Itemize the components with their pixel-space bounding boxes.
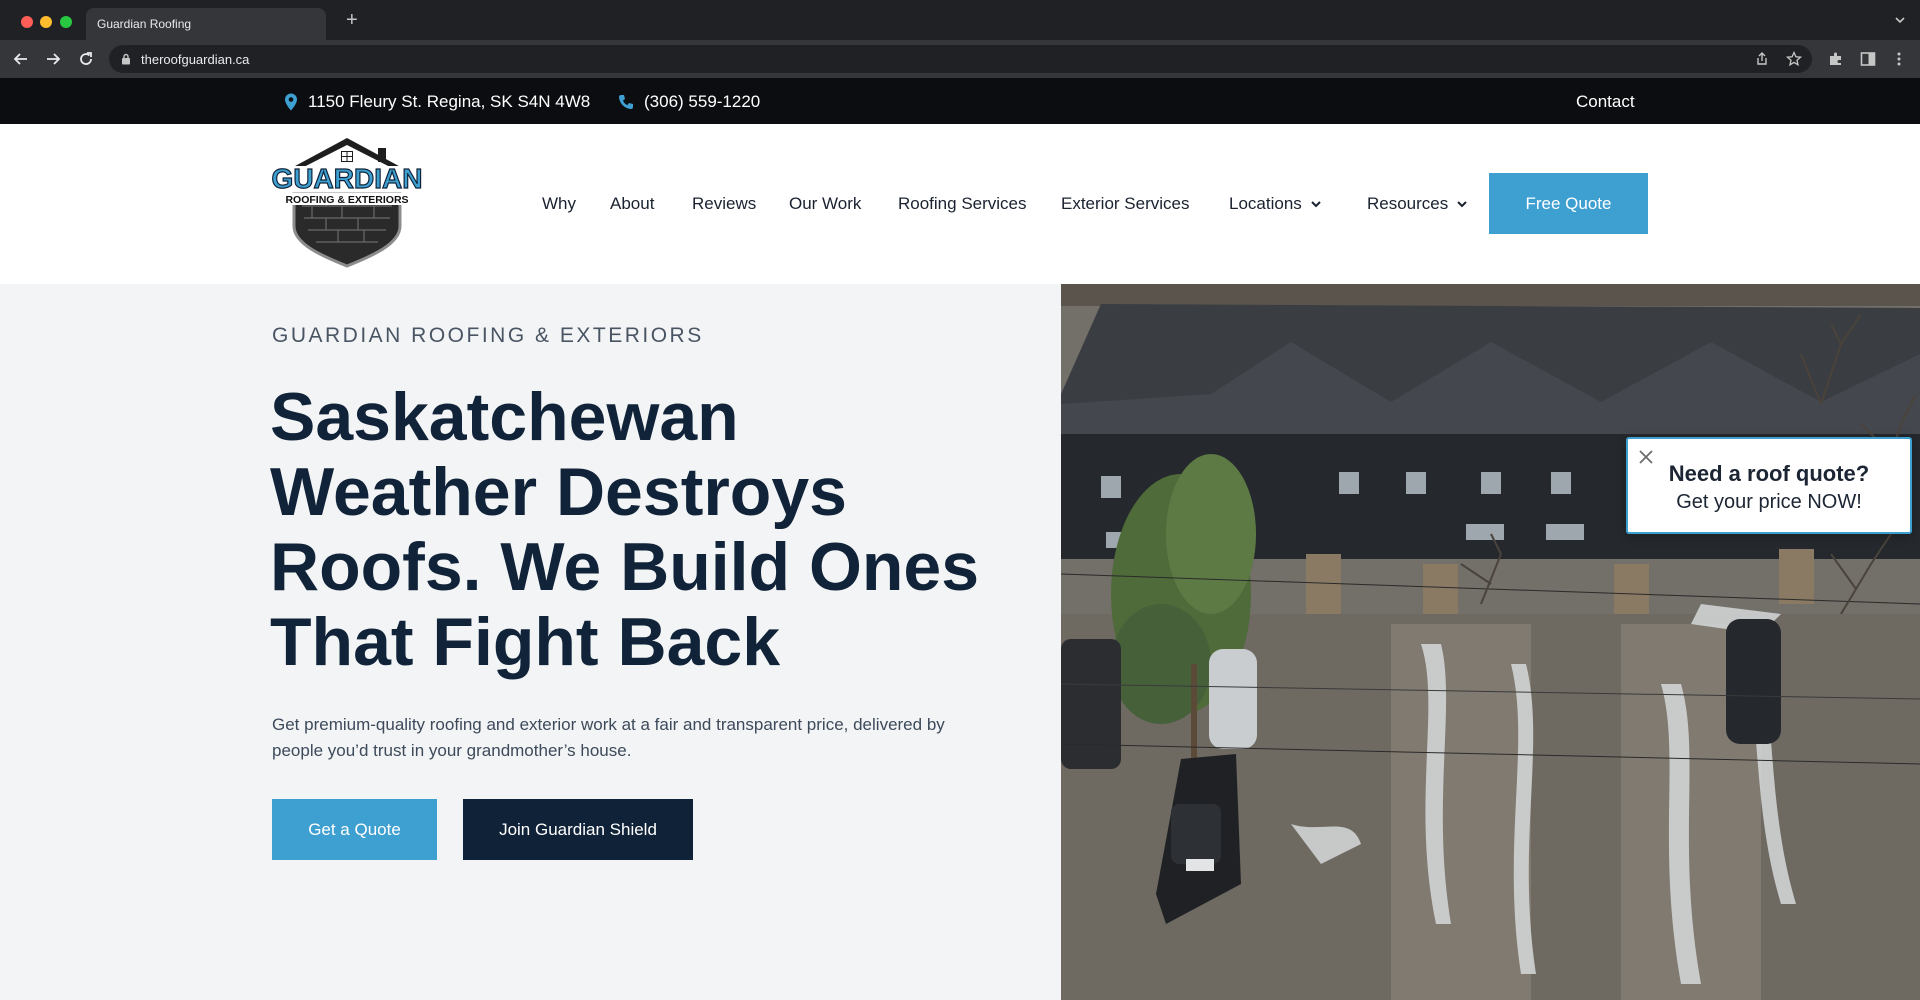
nav-reviews[interactable]: Reviews <box>692 194 756 214</box>
nav-locations-label: Locations <box>1229 194 1302 213</box>
address-bar[interactable]: theroofguardian.ca <box>109 45 1812 73</box>
nav-locations-dropdown[interactable]: Locations <box>1229 194 1322 214</box>
popup-title: Need a roof quote? <box>1668 461 1870 486</box>
hero-section: GUARDIAN ROOFING & EXTERIORS Saskatchewa… <box>0 284 1061 1000</box>
location-pin-icon <box>285 93 297 111</box>
aerial-townhouse-photo <box>1061 284 1920 1000</box>
maximize-window-button[interactable] <box>60 16 72 28</box>
phone-text: (306) 559-1220 <box>644 92 761 111</box>
main-navbar: GUARDIAN ROOFING & EXTERIORS Why About R… <box>0 124 1920 284</box>
contact-link[interactable]: Contact <box>1576 92 1635 112</box>
browser-tab[interactable]: Guardian Roofing <box>86 8 326 40</box>
back-icon[interactable] <box>12 50 30 68</box>
phone-icon <box>619 95 633 109</box>
address-item[interactable]: 1150 Fleury St. Regina, SK S4N 4W8 <box>284 92 590 112</box>
hero-lead: Get premium-quality roofing and exterior… <box>272 715 945 760</box>
browser-toolbar: theroofguardian.ca <box>0 40 1920 78</box>
minimize-window-button[interactable] <box>40 16 52 28</box>
nav-resources-label: Resources <box>1367 194 1449 213</box>
star-icon[interactable] <box>1786 51 1802 67</box>
sidebar-icon[interactable] <box>1859 50 1877 68</box>
nav-resources-dropdown[interactable]: Resources <box>1367 194 1468 214</box>
browser-tab-strip: Guardian Roofing + <box>0 0 1920 40</box>
quote-popup[interactable]: Need a roof quote? Get your price NOW! <box>1626 437 1912 534</box>
address-text: 1150 Fleury St. Regina, SK S4N 4W8 <box>308 92 591 111</box>
logo-tagline: ROOFING & EXTERIORS <box>285 194 408 206</box>
free-quote-button[interactable]: Free Quote <box>1489 173 1648 234</box>
reload-icon[interactable] <box>77 50 95 68</box>
nav-about[interactable]: About <box>610 194 654 214</box>
chevron-down-icon <box>1457 201 1467 208</box>
popup-subtitle: Get your price NOW! <box>1676 491 1862 513</box>
nav-our-work[interactable]: Our Work <box>789 194 861 214</box>
hero-image <box>1061 284 1920 1000</box>
guardian-logo[interactable]: GUARDIAN ROOFING & EXTERIORS <box>268 134 426 268</box>
get-a-quote-button[interactable]: Get a Quote <box>272 799 437 860</box>
logo-wordmark: GUARDIAN <box>272 163 423 194</box>
lock-icon <box>122 53 130 65</box>
nav-roofing-services[interactable]: Roofing Services <box>898 194 1027 214</box>
chevron-down-icon <box>1311 201 1321 208</box>
join-guardian-shield-button[interactable]: Join Guardian Shield <box>463 799 693 860</box>
forward-icon[interactable] <box>44 50 62 68</box>
hero-headline: Saskatchewan Weather Destroys Roofs. We … <box>270 379 980 680</box>
nav-why[interactable]: Why <box>542 194 576 214</box>
extensions-icon[interactable] <box>1827 50 1845 68</box>
tab-search-chevron-icon[interactable] <box>1894 14 1906 26</box>
menu-icon[interactable] <box>1890 50 1908 68</box>
hero-eyebrow: GUARDIAN ROOFING & EXTERIORS <box>272 324 704 347</box>
phone-item[interactable]: (306) 559-1220 <box>618 92 760 112</box>
share-icon[interactable] <box>1754 51 1770 67</box>
url-text: theroofguardian.ca <box>141 52 250 67</box>
tab-title: Guardian Roofing <box>97 17 192 31</box>
close-window-button[interactable] <box>21 16 33 28</box>
new-tab-button[interactable]: + <box>346 10 358 30</box>
top-info-bar: 1150 Fleury St. Regina, SK S4N 4W8 (306)… <box>0 78 1920 124</box>
nav-exterior-services[interactable]: Exterior Services <box>1061 194 1189 214</box>
